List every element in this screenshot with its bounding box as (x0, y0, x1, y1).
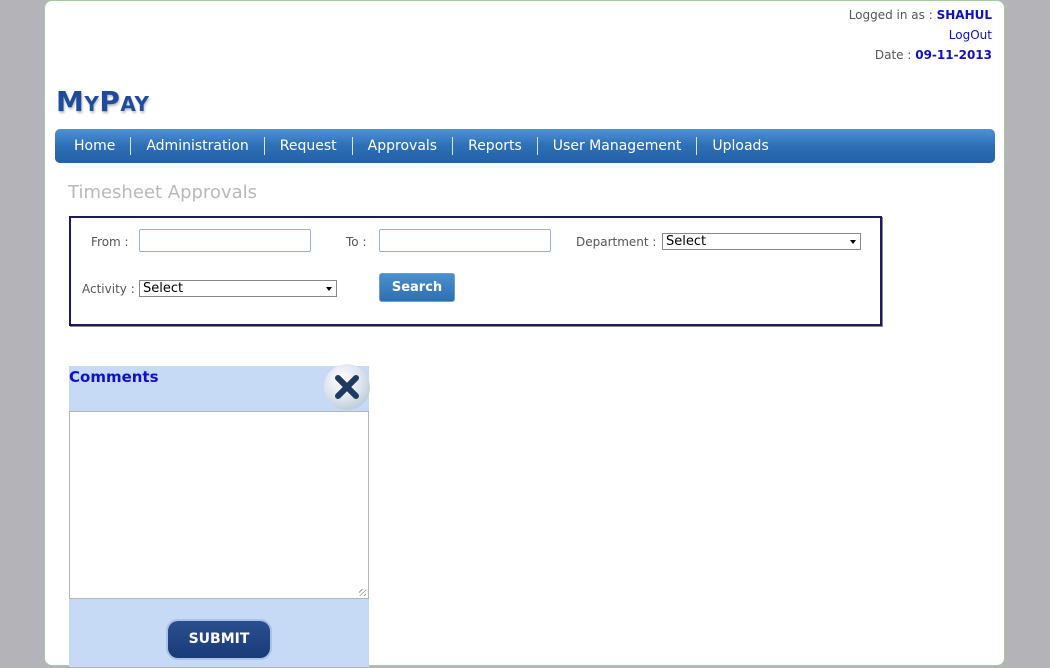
nav-user-management[interactable]: User Management (538, 137, 698, 155)
logo-letter-p: P (99, 85, 121, 118)
activity-select[interactable]: Select (139, 280, 337, 297)
nav-uploads[interactable]: Uploads (697, 137, 783, 155)
department-select[interactable]: Select (662, 233, 861, 250)
to-label: To : (346, 235, 367, 249)
nav-request[interactable]: Request (265, 137, 353, 155)
user-info: Logged in as : SHAHUL LogOut Date : 09-1… (849, 5, 992, 65)
chevron-down-icon (850, 240, 856, 244)
activity-label: Activity : (82, 282, 135, 296)
department-label: Department : (576, 235, 657, 249)
nav-home[interactable]: Home (59, 137, 132, 155)
logged-in-label: Logged in as : (848, 8, 937, 22)
nav-administration[interactable]: Administration (131, 137, 265, 155)
resize-handle-icon[interactable] (359, 589, 366, 596)
app-logo: MYPAY (56, 85, 149, 118)
nav-reports[interactable]: Reports (453, 137, 538, 155)
date-value: 09-11-2013 (915, 48, 992, 62)
department-selected-value: Select (666, 234, 707, 249)
comments-textarea[interactable] (69, 411, 369, 599)
logo-letters-ay: AY (120, 92, 150, 116)
date-row: Date : 09-11-2013 (849, 45, 992, 65)
filter-panel: From : To : Department : Select Activity… (69, 216, 882, 326)
activity-selected-value: Select (143, 281, 184, 296)
comments-title: Comments (69, 368, 159, 386)
search-button[interactable]: Search (379, 273, 455, 302)
from-label: From : (91, 235, 129, 249)
submit-button[interactable]: SUBMIT (168, 621, 270, 658)
from-date-input[interactable] (139, 229, 311, 252)
logo-letter-y: Y (84, 92, 100, 116)
close-icon (335, 375, 359, 399)
page-title: Timesheet Approvals (68, 182, 258, 203)
logout-link[interactable]: LogOut (949, 28, 992, 42)
to-date-input[interactable] (379, 229, 551, 252)
page-container: Logged in as : SHAHUL LogOut Date : 09-1… (44, 0, 1005, 667)
main-nav: Home Administration Request Approvals Re… (55, 129, 995, 163)
date-label: Date : (874, 48, 916, 62)
nav-approvals[interactable]: Approvals (353, 137, 454, 155)
logo-letter-m: M (56, 85, 85, 118)
comments-panel: Comments SUBMIT (69, 364, 370, 667)
chevron-down-icon (326, 287, 332, 291)
logged-in-row: Logged in as : SHAHUL (849, 5, 992, 25)
close-button[interactable] (324, 364, 370, 410)
username: SHAHUL (936, 8, 992, 22)
